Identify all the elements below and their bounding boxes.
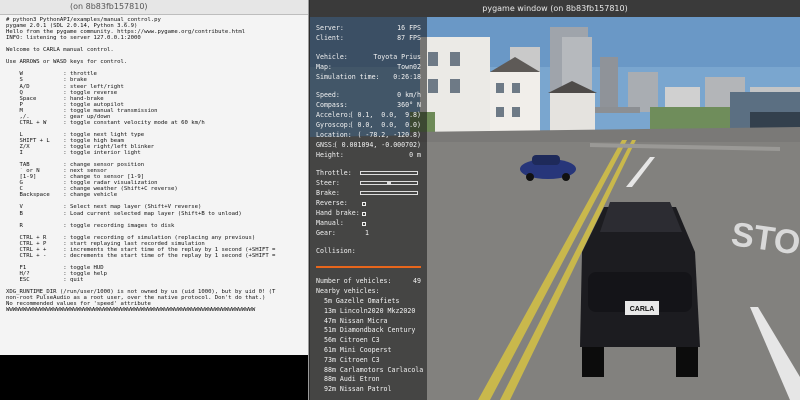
- hud-throttle-label: Throttle:: [316, 169, 352, 177]
- hud-nearby-vehicle: 88m Carlamotors Carlacola: [324, 365, 424, 374]
- terminal-line: WWWWWWWWWWWWWWWWWWWWWWWWWWWWWWWWWWWWWWWW…: [6, 307, 256, 314]
- hud-gnss-value: ( 0.001094, -0.000702): [333, 141, 421, 149]
- hud-nearby-vehicle: 5m Gazelle Omafiets: [324, 297, 400, 305]
- hud-map-label: Map:: [316, 63, 332, 71]
- hud-gear-value: 1: [365, 229, 369, 237]
- hud-collision-label: Collision:: [316, 247, 356, 255]
- hud-client-value: 87 FPS: [397, 34, 421, 42]
- hud-vehicles-count-label: Number of vehicles:: [316, 277, 392, 285]
- hud-gear-label: Gear:: [316, 229, 336, 237]
- terminal-line: CTRL + - : decrements the start time of …: [6, 252, 276, 259]
- hud-server-value: 16 FPS: [397, 24, 421, 32]
- hud-compass-label: Compass:: [316, 101, 348, 109]
- pygame-title-bar[interactable]: pygame window (on 8b83fb157810): [310, 0, 800, 17]
- terminal-title-bar[interactable]: (on 8b83fb157810): [0, 0, 308, 15]
- hud-nearby-vehicle: 51m Diamondback Century: [324, 326, 416, 335]
- hud-panel: Server: 16 FPS Client: 87 FPS Vehicle: T…: [310, 17, 427, 400]
- hud-nearby-label: Nearby vehicles:: [316, 287, 380, 295]
- hud-steer-label: Steer:: [316, 179, 340, 187]
- hud-reverse-label: Reverse:: [316, 199, 348, 207]
- hud-brake-bar: [360, 191, 418, 195]
- hud-accel-value: ( 0.1, 0.0, 9.8): [349, 111, 421, 119]
- hud-height-label: Height:: [316, 151, 344, 159]
- hud-nearby-vehicle: 73m Citroen C3: [324, 355, 380, 364]
- hud-handbrake-checkbox: [362, 212, 366, 216]
- hud-gyro-value: ( 0.0, 0.0, 0.0): [349, 121, 421, 129]
- hud-handbrake-label: Hand brake:: [316, 209, 360, 217]
- pygame-title: pygame window (on 8b83fb157810): [482, 4, 628, 13]
- terminal-window[interactable]: (on 8b83fb157810) # python3 PythonAPI/ex…: [0, 0, 309, 400]
- hud-compass-value: 360° N: [397, 101, 421, 109]
- hud-location-label: Location:: [316, 131, 352, 139]
- hud-map-value: Town02: [397, 63, 421, 71]
- terminal-empty-area[interactable]: [0, 355, 308, 400]
- hud-simtime-value: 0:26:18: [393, 73, 421, 81]
- hud-gyro-label: Gyroscop:: [316, 121, 352, 129]
- hud-speed-label: Speed:: [316, 91, 340, 99]
- hud-manual-label: Manual:: [316, 219, 344, 227]
- terminal-line: CTRL + + : increments the start time of …: [6, 246, 276, 253]
- hud-vehicles-count-value: 49: [413, 277, 421, 285]
- hud-throttle-bar: [360, 171, 418, 175]
- hud-reverse-checkbox: [362, 202, 366, 206]
- hud-vehicle-value: Toyota Prius: [373, 53, 421, 61]
- hud-nearby-vehicle: 92m Nissan Patrol: [324, 385, 392, 394]
- hud-collision-graph: [316, 266, 421, 268]
- hud-steer-bar: [360, 181, 418, 185]
- hud-manual-checkbox: [362, 222, 366, 226]
- terminal-output[interactable]: # python3 PythonAPI/examples/manual_cont…: [6, 17, 304, 313]
- hud-nearby-vehicle: 13m Lincoln2020 Mkz2020: [324, 306, 416, 315]
- hud-nearby-vehicle: 56m Citroen C3: [324, 336, 380, 345]
- hud-nearby-vehicle: 47m Nissan Micra: [324, 316, 388, 325]
- hud-server-label: Server:: [316, 24, 344, 32]
- hud-speed-value: 0 km/h: [397, 91, 421, 99]
- license-plate: CARLA: [630, 306, 655, 313]
- hud-vehicle-label: Vehicle:: [316, 53, 348, 61]
- hud-height-value: 0 m: [409, 151, 421, 159]
- hud-brake-label: Brake:: [316, 189, 340, 197]
- hud-client-label: Client:: [316, 34, 344, 42]
- hud-simtime-label: Simulation time:: [316, 73, 380, 81]
- terminal-title: (on 8b83fb157810): [70, 2, 148, 11]
- hud-accel-label: Accelero:: [316, 111, 352, 119]
- pygame-window[interactable]: pygame window (on 8b83fb157810) STOP CAR…: [310, 0, 800, 400]
- hud-nearby-vehicle: 88m Audi Etron: [324, 375, 380, 384]
- hud-nearby-vehicle: 61m Mini Cooperst: [324, 346, 392, 354]
- hud-location-value: ( -78.2, -120.8): [357, 131, 421, 139]
- hud-steer-marker: [387, 182, 391, 184]
